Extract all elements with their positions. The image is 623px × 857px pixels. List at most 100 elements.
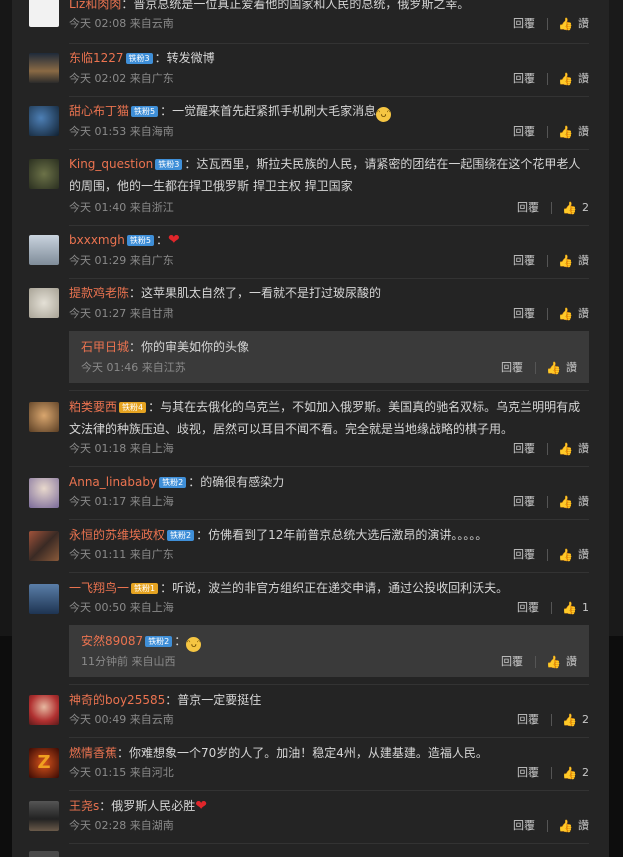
like-button[interactable]: 讚 [578,253,589,269]
thumbs-up-icon[interactable]: 👍 [558,818,573,834]
reply-button[interactable]: 回覆 [517,200,539,216]
like-button[interactable]: 讚 [578,441,589,457]
avatar[interactable] [29,0,59,27]
username[interactable]: Anna_linababy [69,475,157,489]
reply-button[interactable]: 回覆 [517,712,539,728]
reply-text: ： [174,634,187,648]
avatar[interactable] [29,402,59,432]
thumbs-up-icon[interactable]: 👍 [558,16,573,32]
username[interactable]: Liz和肉肉 [69,0,121,11]
thumbs-up-icon[interactable]: 👍 [558,547,573,563]
avatar[interactable] [29,801,59,831]
reply-button[interactable]: 回覆 [513,818,535,834]
thumbs-up-icon[interactable]: 👍 [558,494,573,510]
thumbs-up-icon[interactable]: 👍 [558,306,573,322]
username[interactable]: 提款鸡老陈 [69,286,129,300]
username[interactable]: 石甲日城 [81,340,129,354]
comment-meta: 今天 01:18 来自上海 [69,442,174,455]
avatar[interactable] [29,695,59,725]
username[interactable]: 永恒的苏维埃政权 [69,528,165,542]
divider [69,225,589,226]
thumbs-up-icon[interactable]: 👍 [562,200,577,216]
like-count[interactable]: 2 [582,765,589,781]
reply-button[interactable]: 回覆 [513,306,535,322]
like-button[interactable]: 讚 [578,16,589,32]
divider [547,18,549,30]
reply-actions: 回覆 👍 讚 [501,360,577,376]
comment-actions: 回覆 👍 讚 [513,306,589,322]
avatar[interactable] [29,584,59,614]
comment-text-line: 王尧s：俄罗斯人民必胜❤ [69,795,589,817]
thumbs-up-icon[interactable]: 👍 [558,441,573,457]
username[interactable]: 粕类要西 [69,400,117,414]
divider [69,684,589,685]
reply-button[interactable]: 回覆 [517,765,539,781]
thumbs-up-icon[interactable]: 👍 [546,654,561,670]
comment-meta: 今天 01:17 来自上海 [69,495,174,508]
username[interactable]: 神奇的boy25585 [69,693,165,707]
like-button[interactable]: 讚 [578,494,589,510]
avatar[interactable] [29,53,59,83]
comment-text: ：你难想象一个70岁的人了。加油！稳定4州，从建基建。造福人民。 [117,746,488,760]
username[interactable]: 一飞翔鸟一 [69,581,129,595]
avatar[interactable] [29,851,59,857]
reply-button[interactable]: 回覆 [513,441,535,457]
reply-button[interactable]: 回覆 [513,71,535,87]
like-count[interactable]: 2 [582,200,589,216]
like-button[interactable]: 讚 [578,547,589,563]
comment-actions: 回覆 👍 2 [517,200,589,216]
comment-text: ：普京一定要挺住 [165,693,262,707]
username[interactable]: 甜心布丁猫 [69,104,129,118]
username[interactable]: King_question [69,157,153,171]
reply-text-line: 安然89087 铁粉2 ：ᵔᴗᵔ [81,630,577,652]
like-button[interactable]: 讚 [566,360,577,376]
thumbs-up-icon[interactable]: 👍 [562,712,577,728]
like-button[interactable]: 讚 [566,654,577,670]
like-button[interactable]: 讚 [578,306,589,322]
divider [547,73,549,85]
like-button[interactable]: 讚 [578,124,589,140]
reply-button[interactable]: 回覆 [501,654,523,670]
thumbs-up-icon[interactable]: 👍 [562,600,577,616]
like-count[interactable]: 2 [582,712,589,728]
fan-badge: 铁粉2 [145,636,173,647]
comment-meta: 今天 01:29 来自广东 [69,254,174,267]
avatar[interactable] [29,159,59,189]
thumbs-up-icon[interactable]: 👍 [558,71,573,87]
avatar[interactable] [29,478,59,508]
reply-button[interactable]: 回覆 [513,253,535,269]
username[interactable]: 燃情香蕉 [69,746,117,760]
avatar[interactable] [29,106,59,136]
comment-actions: 回覆 👍 2 [517,712,589,728]
comment-actions: 回覆 👍 讚 [513,441,589,457]
username[interactable]: 东临1227 [69,51,124,65]
reply-button[interactable]: 回覆 [513,494,535,510]
thumbs-up-icon[interactable]: 👍 [546,360,561,376]
like-button[interactable]: 讚 [578,818,589,834]
like-count[interactable]: 1 [582,600,589,616]
reply-box: 石甲日城：你的审美如你的头像 今天 01:46 来自江苏 回覆 👍 讚 [69,331,589,383]
reply-button[interactable]: 回覆 [517,600,539,616]
thumbs-up-icon[interactable]: 👍 [558,124,573,140]
avatar[interactable] [29,531,59,561]
thumbs-up-icon[interactable]: 👍 [562,765,577,781]
username[interactable]: 安然89087 [81,634,143,648]
reply-button[interactable]: 回覆 [501,360,523,376]
username[interactable]: 王尧s [69,799,99,813]
divider [551,602,553,614]
grin-emoji-icon: ᵔᴗᵔ [376,107,392,122]
comment-actions: 回覆 👍 讚 [513,494,589,510]
avatar[interactable] [29,288,59,318]
comment-actions: 回覆 👍 讚 [513,124,589,140]
avatar[interactable]: Z [29,748,59,778]
like-button[interactable]: 讚 [578,71,589,87]
reply-button[interactable]: 回覆 [513,547,535,563]
fan-badge: 铁粉3 [125,53,153,64]
thumbs-up-icon[interactable]: 👍 [558,253,573,269]
fan-badge: 铁粉1 [131,583,159,594]
comment-text: ：听说，波兰的非官方组织正在递交申请，通过公投收回利沃夫。 [160,581,509,595]
username[interactable]: bxxxmgh [69,233,125,247]
avatar[interactable] [29,235,59,265]
reply-button[interactable]: 回覆 [513,16,535,32]
reply-button[interactable]: 回覆 [513,124,535,140]
